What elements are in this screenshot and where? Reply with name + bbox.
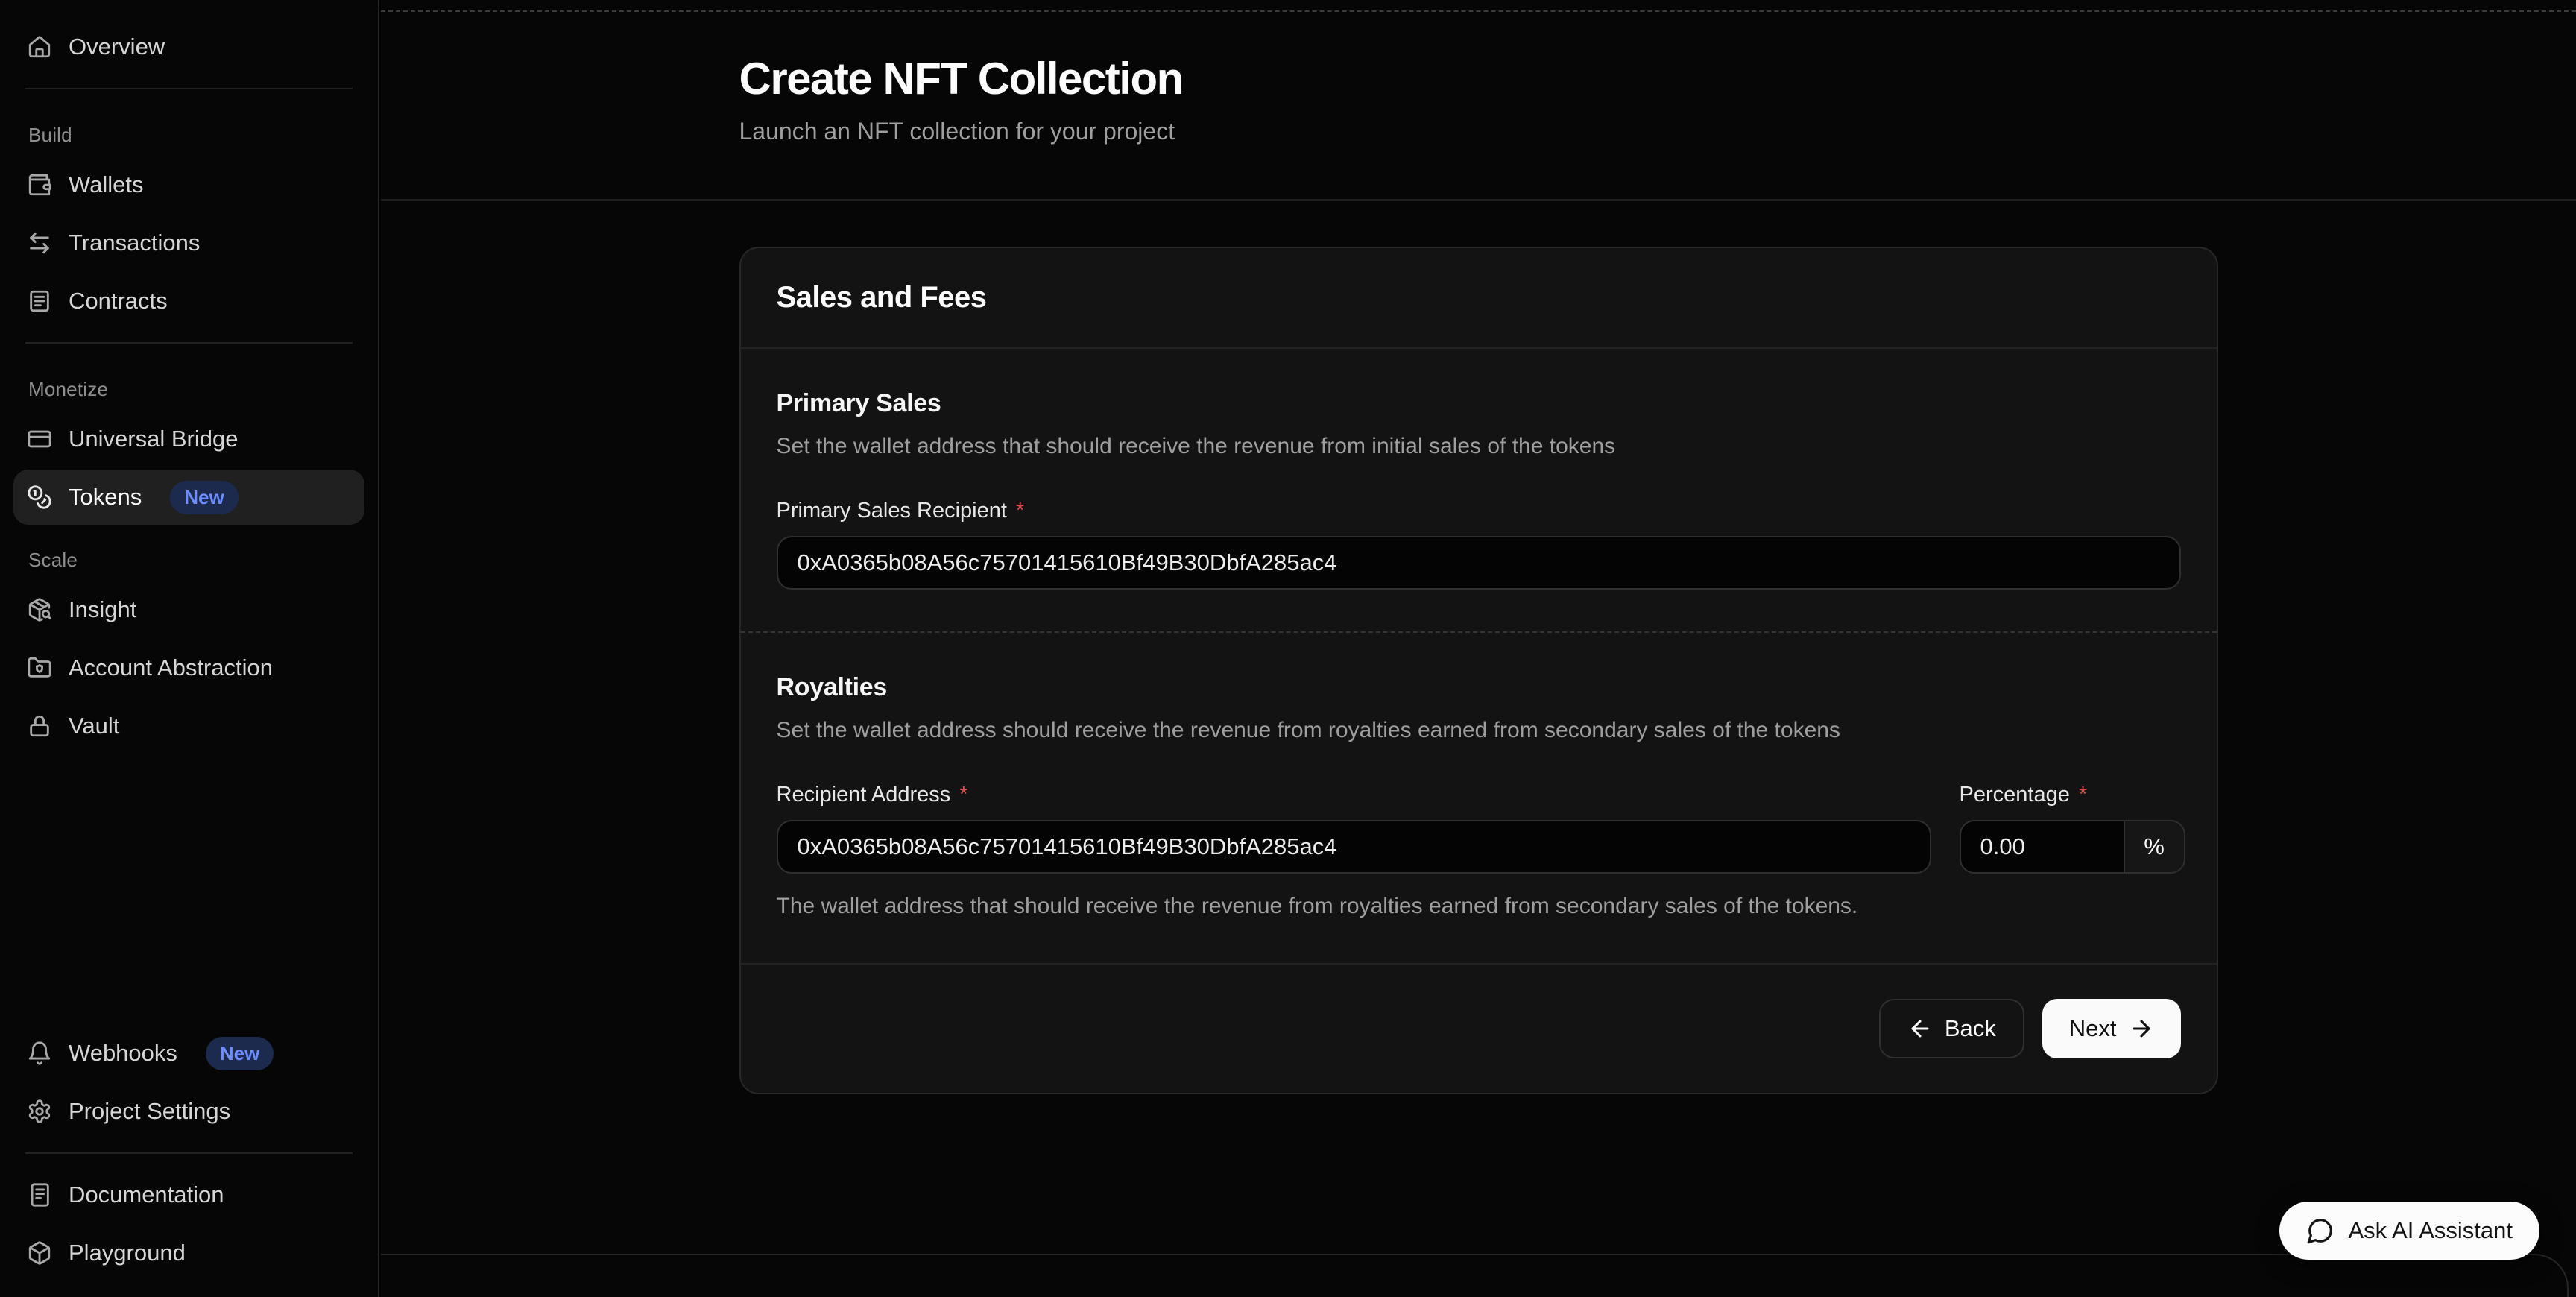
home-icon [27, 34, 52, 60]
book-icon [27, 1182, 52, 1208]
app-root: Overview Build Wallets Transactions Cont… [0, 0, 2576, 1297]
new-badge: New [170, 481, 238, 514]
credit-card-icon [27, 426, 52, 452]
sidebar-item-webhooks[interactable]: Webhooks New [13, 1026, 364, 1081]
sidebar-item-label: Webhooks [69, 1040, 177, 1067]
primary-sales-recipient-input[interactable] [777, 536, 2181, 590]
sidebar-item-vault[interactable]: Vault [13, 698, 364, 754]
sidebar-section-build: Build [28, 124, 364, 147]
royalties-description: Set the wallet address should receive th… [777, 716, 2181, 745]
percentage-label: Percentage * [1960, 783, 2185, 807]
chat-bubble-icon [2306, 1216, 2334, 1245]
sidebar-item-label: Transactions [69, 230, 200, 256]
sidebar-item-label: Universal Bridge [69, 426, 238, 452]
main-content: Create NFT Collection Launch an NFT coll… [381, 0, 2576, 1297]
ask-ai-assistant-button[interactable]: Ask AI Assistant [2279, 1202, 2539, 1260]
card-footer: Back Next [741, 963, 2217, 1093]
sidebar-item-wallets[interactable]: Wallets [13, 157, 364, 212]
gear-icon [27, 1099, 52, 1124]
sidebar-item-label: Contracts [69, 288, 168, 315]
card-header: Sales and Fees [741, 248, 2217, 349]
sidebar-item-label: Project Settings [69, 1098, 230, 1125]
card-title: Sales and Fees [777, 281, 2181, 315]
sidebar-divider [25, 342, 353, 344]
wallet-icon [27, 172, 52, 198]
required-asterisk: * [1016, 499, 1024, 523]
primary-sales-heading: Primary Sales [777, 389, 2181, 418]
arrows-left-right-icon [27, 230, 52, 256]
new-badge: New [206, 1037, 274, 1070]
back-button[interactable]: Back [1879, 999, 2024, 1058]
sales-and-fees-card: Sales and Fees Primary Sales Set the wal… [739, 247, 2218, 1094]
percentage-input[interactable] [1961, 821, 2124, 872]
sidebar-item-label: Documentation [69, 1181, 224, 1208]
sidebar-item-account-abstraction[interactable]: Account Abstraction [13, 640, 364, 695]
next-button[interactable]: Next [2042, 999, 2181, 1058]
primary-sales-section: Primary Sales Set the wallet address tha… [741, 349, 2217, 631]
page-header: Create NFT Collection Launch an NFT coll… [381, 0, 2576, 201]
sidebar-item-label: Tokens [69, 484, 142, 511]
sidebar-item-insight[interactable]: Insight [13, 582, 364, 637]
sidebar-spacer [13, 755, 364, 1024]
sidebar-divider [25, 88, 353, 89]
arrow-right-icon [2129, 1016, 2154, 1041]
document-icon [27, 288, 52, 314]
percentage-input-group: % [1960, 820, 2185, 874]
sidebar-item-overview[interactable]: Overview [13, 19, 364, 75]
coins-icon [27, 485, 52, 510]
sidebar-item-contracts[interactable]: Contracts [13, 274, 364, 329]
sidebar-item-label: Overview [69, 34, 165, 60]
sidebar-item-playground[interactable]: Playground [13, 1225, 364, 1281]
cube-icon [27, 1240, 52, 1266]
page-subtitle: Launch an NFT collection for your projec… [739, 118, 2218, 145]
page-title: Create NFT Collection [739, 52, 2218, 106]
royalties-fields-row: Recipient Address * Percentage * [777, 745, 2181, 874]
royalty-address-field: Recipient Address * [777, 745, 1931, 874]
folder-shield-icon [27, 655, 52, 681]
sidebar-item-universal-bridge[interactable]: Universal Bridge [13, 411, 364, 467]
sidebar-item-documentation[interactable]: Documentation [13, 1167, 364, 1222]
recipient-address-label: Recipient Address * [777, 783, 1931, 807]
percent-suffix: % [2124, 821, 2184, 872]
primary-sales-description: Set the wallet address that should recei… [777, 432, 2181, 461]
required-asterisk: * [2079, 783, 2087, 807]
sidebar-item-label: Playground [69, 1240, 186, 1266]
sidebar-item-label: Account Abstraction [69, 654, 273, 681]
package-search-icon [27, 597, 52, 622]
required-asterisk: * [959, 783, 967, 807]
lock-icon [27, 713, 52, 739]
sidebar-section-scale: Scale [28, 549, 364, 572]
sidebar-item-tokens[interactable]: Tokens New [13, 470, 364, 525]
royalties-section: Royalties Set the wallet address should … [741, 633, 2217, 963]
sidebar-item-label: Wallets [69, 171, 143, 198]
sidebar-item-label: Insight [69, 596, 136, 623]
royalty-percentage-field: Percentage * % [1960, 745, 2185, 874]
primary-sales-recipient-label: Primary Sales Recipient * [777, 499, 2181, 523]
arrow-left-icon [1907, 1016, 1933, 1041]
royalties-heading: Royalties [777, 673, 2181, 702]
sidebar: Overview Build Wallets Transactions Cont… [0, 0, 379, 1297]
bell-icon [27, 1041, 52, 1066]
sidebar-divider [25, 1152, 353, 1154]
sidebar-item-label: Vault [69, 713, 119, 739]
royalty-helper-text: The wallet address that should receive t… [777, 892, 2181, 921]
royalty-recipient-input[interactable] [777, 820, 1931, 874]
sidebar-item-transactions[interactable]: Transactions [13, 215, 364, 271]
sidebar-item-project-settings[interactable]: Project Settings [13, 1084, 364, 1139]
dashed-top-divider [381, 10, 2576, 12]
sidebar-section-monetize: Monetize [28, 378, 364, 401]
page-body: Sales and Fees Primary Sales Set the wal… [381, 201, 2576, 1094]
bottom-frame-border [381, 1254, 2569, 1297]
